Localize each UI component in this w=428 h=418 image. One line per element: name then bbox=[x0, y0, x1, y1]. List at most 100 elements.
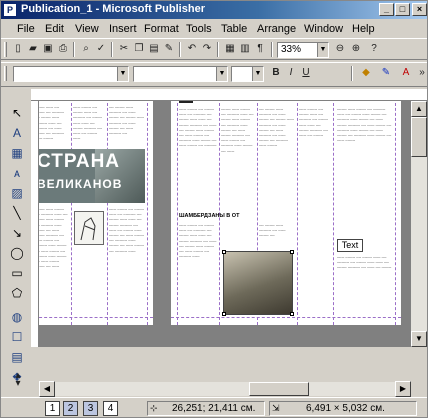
chevron-down-icon[interactable]: ▼ bbox=[317, 43, 328, 57]
page-navigator-3[interactable]: 3 bbox=[83, 401, 98, 416]
help-icon[interactable]: ? bbox=[367, 42, 381, 56]
text-frame-tooltip[interactable]: Text bbox=[337, 239, 363, 252]
text-column[interactable]: ~~~ ~~~~ ~~ ~~~~ ~~~ ~~ ~~~~~ ~~ ~~~~ ~~… bbox=[109, 207, 145, 307]
format-painter-icon[interactable]: ✎ bbox=[162, 42, 176, 56]
style-combo[interactable]: ▼ bbox=[13, 66, 129, 82]
html-fragment-icon[interactable]: ▤ bbox=[9, 349, 25, 365]
sketch-image[interactable] bbox=[74, 211, 104, 245]
pointer-icon[interactable]: ↖ bbox=[9, 105, 25, 121]
scroll-up-button[interactable]: ▲ bbox=[411, 101, 427, 117]
more-buttons-icon[interactable]: » bbox=[415, 66, 427, 80]
save-icon[interactable]: ▣ bbox=[41, 42, 55, 56]
text-column[interactable]: ~~ ~~~~ ~~~ ~~~~~ ~~ ~~~ ~~~~ ~~ bbox=[259, 223, 295, 247]
cut-icon[interactable]: ✂ bbox=[117, 42, 131, 56]
hot-spot-icon[interactable]: ◍ bbox=[9, 309, 25, 325]
section-heading[interactable]: ШАМБЕРДЗАНЫ В ОТ bbox=[179, 213, 259, 219]
chevron-down-icon[interactable]: ▼ bbox=[216, 67, 227, 81]
horizontal-ruler[interactable] bbox=[31, 89, 427, 101]
resize-handle[interactable] bbox=[222, 250, 226, 254]
scroll-down-button[interactable]: ▼ bbox=[411, 331, 427, 347]
redo-icon[interactable]: ↷ bbox=[200, 42, 214, 56]
line-color-icon[interactable]: ✎ bbox=[379, 66, 393, 80]
autoshapes-icon[interactable]: ⬠ bbox=[9, 285, 25, 301]
zoom-in-icon[interactable]: ⊕ bbox=[349, 42, 363, 56]
rectangle-icon[interactable]: ▭ bbox=[9, 265, 25, 281]
text-column[interactable]: ~~~~ ~~~ ~~~~ ~~ ~~~~~ ~~~ ~~ ~~~~ ~~~ ~… bbox=[337, 107, 393, 237]
text-column[interactable]: ~~ ~~~~ ~~~ ~~~~~ ~~ ~~~ ~~~~ ~~ ~~~~ ~~… bbox=[259, 107, 295, 207]
italic-icon[interactable]: I bbox=[284, 66, 298, 80]
menu-view[interactable]: View bbox=[75, 23, 99, 35]
spelling-icon[interactable]: ✓ bbox=[94, 42, 108, 56]
text-column[interactable]: ~~ ~~ ~ ~~ ~~ ~~ ~~ ~~ ~ ~~~~ ~~ ~ ~~~ ~~~ ~~… bbox=[39, 105, 69, 145]
text-column[interactable]: ~~~~ ~~~ ~~~~ ~~ ~~~~~ ~~~ ~~ ~~~~ ~~~ ~… bbox=[39, 207, 69, 307]
open-icon[interactable]: ▰ bbox=[26, 42, 40, 56]
picture-frame-icon[interactable]: ▨ bbox=[9, 185, 25, 201]
text-column[interactable]: ~~~ ~~~~ ~~ ~~~~ ~~~ ~~ ~~~~~ ~~ ~~~~ ~~… bbox=[179, 107, 217, 207]
line-icon[interactable]: ╲ bbox=[9, 205, 25, 221]
close-button[interactable]: × bbox=[412, 3, 427, 16]
print-icon[interactable]: ⎙ bbox=[56, 42, 70, 56]
publication-page-left[interactable]: ~~ ~~ ~ ~~ ~~ ~~ ~~ ~~ ~ ~~~~ ~~ ~ ~~~ ~~~ ~~… bbox=[39, 101, 153, 325]
fill-color-icon[interactable]: ◆ bbox=[359, 66, 373, 80]
toolbar-grip[interactable] bbox=[4, 42, 7, 57]
menu-window[interactable]: Window bbox=[304, 23, 343, 35]
scroll-right-button[interactable]: ▶ bbox=[395, 381, 411, 397]
menu-tools[interactable]: Tools bbox=[186, 23, 212, 35]
chevron-down-icon[interactable]: ▼ bbox=[252, 67, 263, 81]
publication-page-right[interactable]: ~~~ ~~~~ ~~ ~~~~ ~~~ ~~ ~~~~~ ~~ ~~~~ ~~… bbox=[171, 101, 401, 325]
scroll-left-button[interactable]: ◀ bbox=[39, 381, 55, 397]
preview-icon[interactable]: ⌕ bbox=[79, 42, 93, 56]
text-column[interactable]: ~~~ ~~~~ ~~ ~~~~ ~~~ ~~ ~~~~~ ~~ ~~~~ ~~… bbox=[337, 255, 393, 313]
menu-edit[interactable]: Edit bbox=[45, 23, 64, 35]
menu-format[interactable]: Format bbox=[144, 23, 179, 35]
menu-file[interactable]: File bbox=[17, 23, 35, 35]
wordart-icon[interactable]: ᴀ bbox=[9, 165, 25, 181]
text-column[interactable]: ~~~ ~~~~ ~~ ~~~~ ~~~ ~~ ~~~~~ ~~ ~~~~ ~~… bbox=[299, 107, 331, 207]
table-icon[interactable]: ▦ bbox=[223, 42, 237, 56]
text-box-icon[interactable]: A bbox=[9, 125, 25, 141]
resize-handle[interactable] bbox=[290, 312, 294, 316]
headline-photo[interactable]: СТРАНА ВЕЛИКАНОВ bbox=[39, 149, 145, 203]
font-combo[interactable]: ▼ bbox=[133, 66, 228, 82]
text-column[interactable]: ~~~ ~~~~ ~~ ~~~~ ~~~ ~~ ~~~~~ ~~ ~~~~ ~~… bbox=[179, 223, 217, 315]
text-column[interactable]: ~~~~ ~~~ ~~~~ ~~ ~~~~~ ~~~ ~~ ~~~~ ~~~ ~… bbox=[221, 107, 255, 207]
vertical-ruler[interactable] bbox=[31, 101, 39, 347]
chevron-down-icon[interactable]: ▼ bbox=[117, 67, 128, 81]
undo-icon[interactable]: ↶ bbox=[185, 42, 199, 56]
text-column[interactable]: ~~~ ~~~~ ~~ ~~~~ ~~~ ~~ ~~~~~ ~~ ~~~~ ~~… bbox=[73, 105, 105, 145]
form-control-icon[interactable]: ☐ bbox=[9, 329, 25, 345]
menu-help[interactable]: Help bbox=[352, 23, 375, 35]
toolbar-grip[interactable] bbox=[4, 66, 7, 81]
horizontal-scrollbar[interactable]: ◀ ▶ bbox=[39, 381, 411, 397]
table-frame-icon[interactable]: ▦ bbox=[9, 145, 25, 161]
menu-insert[interactable]: Insert bbox=[109, 23, 137, 35]
vertical-scrollbar[interactable]: ▲ ▼ bbox=[411, 101, 427, 347]
zoom-combo[interactable]: 33% ▼ bbox=[277, 42, 329, 58]
page-navigator-1[interactable]: 1 bbox=[45, 401, 60, 416]
underline-icon[interactable]: U bbox=[299, 66, 313, 80]
new-icon[interactable]: ▯ bbox=[11, 42, 25, 56]
paste-icon[interactable]: ▤ bbox=[147, 42, 161, 56]
zoom-out-icon[interactable]: ⊖ bbox=[333, 42, 347, 56]
resize-handle[interactable] bbox=[290, 250, 294, 254]
minimize-button[interactable]: _ bbox=[379, 3, 394, 16]
oval-icon[interactable]: ◯ bbox=[9, 245, 25, 261]
font-size-combo[interactable]: ▼ bbox=[231, 66, 264, 82]
title-bar[interactable]: P Publication_1 - Microsoft Publisher _ … bbox=[1, 1, 427, 19]
publisher-app-icon[interactable]: P bbox=[3, 3, 17, 17]
horizontal-scroll-thumb[interactable] bbox=[249, 382, 309, 396]
menu-arrange[interactable]: Arrange bbox=[257, 23, 296, 35]
resize-handle[interactable] bbox=[222, 312, 226, 316]
bold-icon[interactable]: B bbox=[269, 66, 283, 80]
maximize-button[interactable]: □ bbox=[395, 3, 410, 16]
selected-picture[interactable] bbox=[222, 250, 294, 316]
pilcrow-icon[interactable]: ¶ bbox=[253, 42, 267, 56]
text-column[interactable]: ~~ ~~~~ ~~~ ~~~~~ ~~ ~~~ ~~~~ ~~ ~~~~ ~~… bbox=[109, 105, 145, 145]
publication-workspace[interactable]: ~~ ~~ ~ ~~ ~~ ~~ ~~ ~~ ~ ~~~~ ~~ ~ ~~~ ~~~ ~~… bbox=[39, 101, 411, 347]
page-navigator-4[interactable]: 4 bbox=[103, 401, 118, 416]
scroll-right-small-icon[interactable]: ▾ bbox=[11, 377, 25, 391]
font-color-icon[interactable]: A bbox=[399, 66, 413, 80]
vertical-scroll-thumb[interactable] bbox=[411, 117, 427, 157]
columns-icon[interactable]: ▥ bbox=[238, 42, 252, 56]
menu-table[interactable]: Table bbox=[221, 23, 247, 35]
